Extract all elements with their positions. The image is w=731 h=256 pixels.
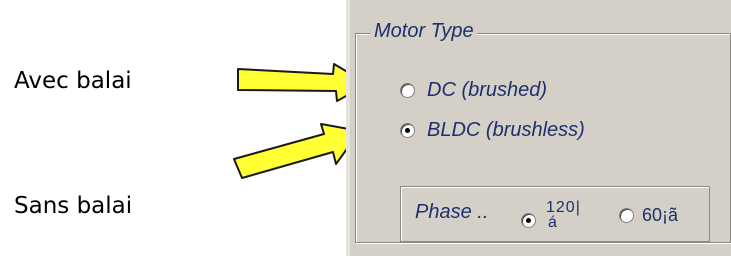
phase-120-label: 120| á bbox=[544, 200, 588, 235]
radio-dc-brushed[interactable]: DC (brushed) bbox=[400, 79, 547, 102]
motor-type-title: Motor Type bbox=[371, 20, 477, 43]
radio-dc-brushed-label: DC (brushed) bbox=[427, 79, 548, 101]
radio-phase-120[interactable]: 120| á bbox=[521, 200, 588, 235]
radio-icon[interactable] bbox=[521, 212, 536, 228]
radio-icon[interactable] bbox=[619, 208, 634, 223]
phase-label: Phase .. bbox=[415, 201, 489, 223]
panel-edge bbox=[346, 0, 350, 256]
radio-icon[interactable] bbox=[400, 123, 415, 138]
phase-60-label: 60¡ã bbox=[642, 205, 679, 225]
phase-120-label-top: 120| bbox=[546, 199, 581, 216]
arrow-right-icon bbox=[233, 123, 361, 179]
motor-settings-panel: Motor Type DC (brushed) BLDC (brushless)… bbox=[346, 0, 731, 256]
phase-groupbox: Phase .. 120| á 60¡ã bbox=[400, 186, 710, 242]
radio-bldc-brushless-label: BLDC (brushless) bbox=[427, 119, 585, 141]
radio-bldc-brushless[interactable]: BLDC (brushless) bbox=[400, 119, 585, 142]
screenshot-stage: Avec balai Sans balai Motor Type DC (bru… bbox=[0, 0, 731, 256]
radio-phase-60[interactable]: 60¡ã bbox=[619, 205, 678, 226]
radio-icon[interactable] bbox=[400, 83, 415, 98]
phase-120-label-bottom: á bbox=[548, 214, 557, 231]
